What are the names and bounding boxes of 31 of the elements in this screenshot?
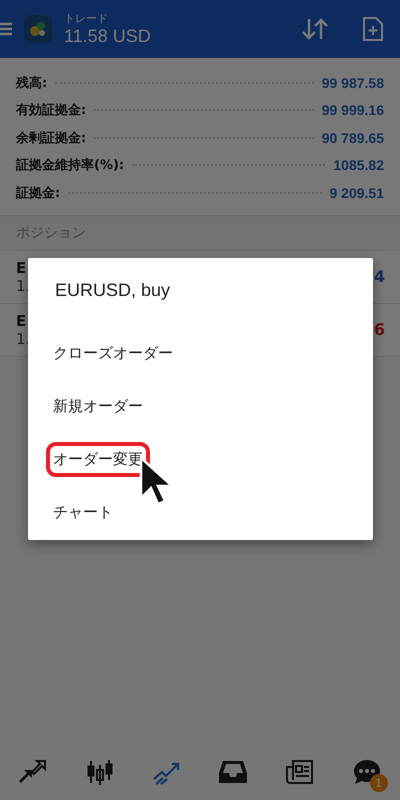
inbox-icon: [219, 759, 248, 785]
account-value: 1085.82: [333, 157, 384, 174]
menu-item[interactable]: 新規オーダー: [46, 389, 150, 424]
account-label: 証拠金維持率(%):: [16, 156, 124, 174]
account-label: 証拠金:: [16, 184, 60, 202]
account-label: 残高:: [16, 74, 48, 92]
sort-icon[interactable]: [302, 17, 328, 41]
menu-item[interactable]: クローズオーダー: [46, 336, 180, 371]
account-label: 有効証拠金:: [16, 102, 86, 120]
account-value: 99 999.16: [322, 102, 384, 118]
candlestick-icon: [86, 758, 114, 786]
account-value: 9 209.51: [330, 184, 384, 201]
app-logo-icon: [24, 15, 52, 43]
account-value: 99 987.58: [322, 74, 384, 91]
position-symbol: E: [16, 312, 28, 330]
menu-title: EURUSD, buy: [54, 280, 172, 301]
account-label: 余剰証拠金:: [16, 130, 86, 147]
account-value: 90 789.65: [322, 130, 384, 146]
screen-title: トレード: [64, 11, 109, 26]
position-symbol: E: [16, 258, 28, 276]
position-profit: 4: [374, 267, 385, 286]
menu-item[interactable]: チャート: [46, 495, 120, 530]
new-document-icon[interactable]: [362, 16, 384, 42]
trade-arrows-icon: [19, 759, 48, 785]
position-profit: 6: [374, 320, 385, 339]
position-price: 1.: [16, 276, 30, 294]
position-price: 1.: [16, 330, 30, 348]
balance-text: 11.58 USD: [64, 26, 152, 47]
newspaper-icon: [286, 758, 314, 786]
notification-badge: 1: [370, 774, 388, 792]
menu-icon[interactable]: [0, 22, 12, 36]
